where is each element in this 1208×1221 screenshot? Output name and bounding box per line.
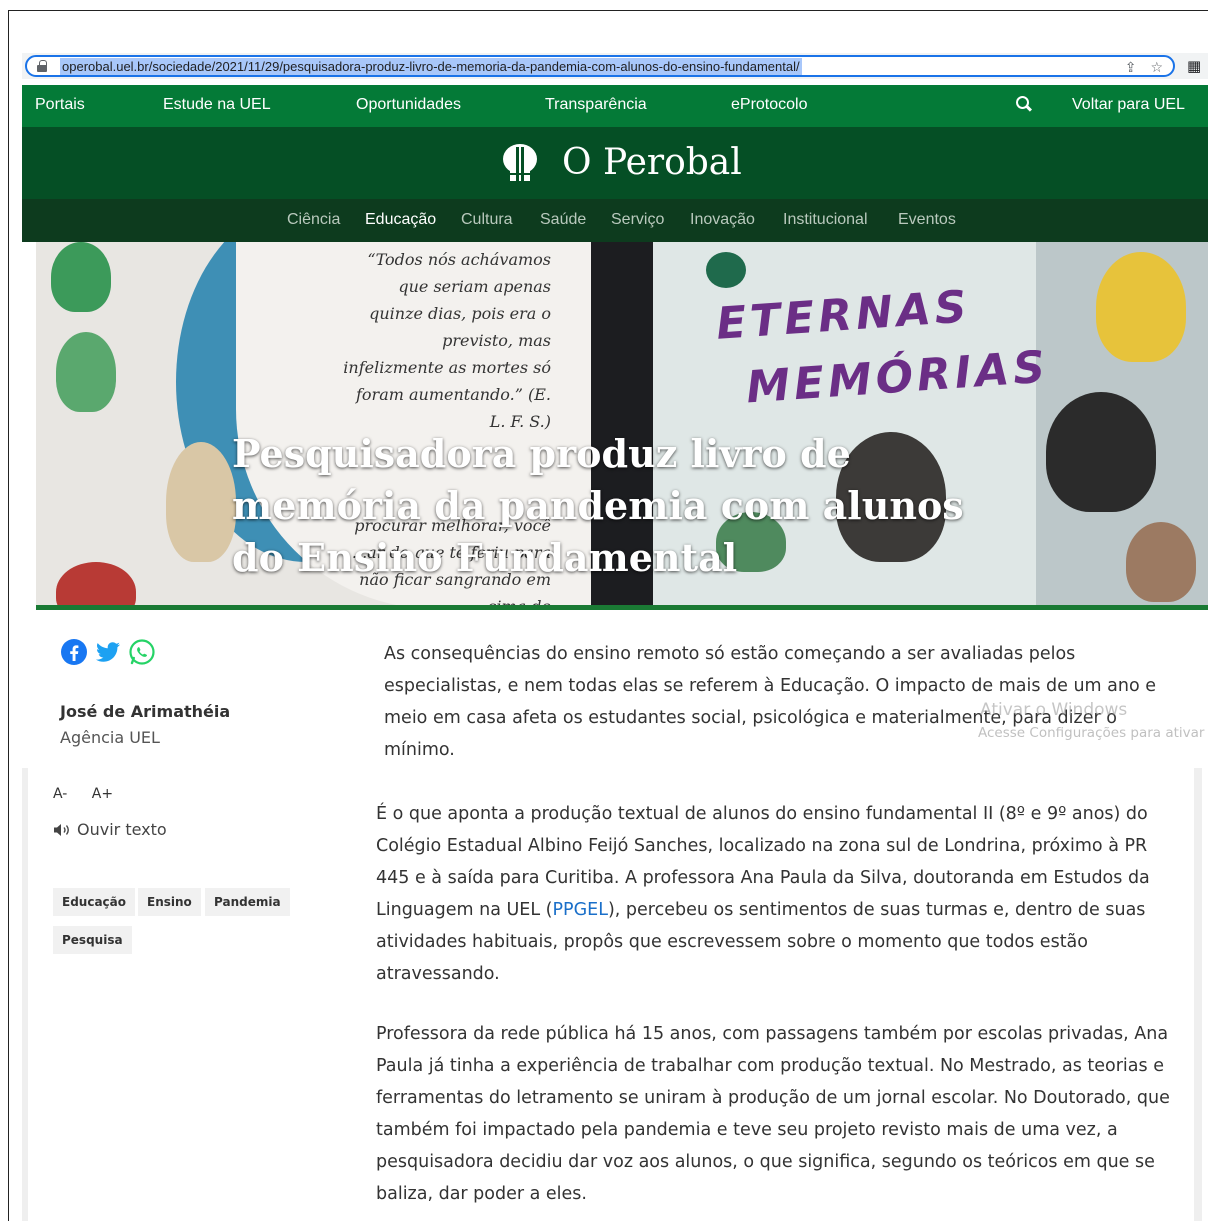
hero-image: “Todos nós achávamos que seriam apenas q… <box>36 242 1208 609</box>
back-to-uel-link[interactable]: Voltar para UEL <box>1072 96 1185 114</box>
url-text[interactable]: operobal.uel.br/sociedade/2021/11/29/pes… <box>60 58 802 75</box>
bookmark-star-icon[interactable]: ☆ <box>1150 60 1163 76</box>
listen-button[interactable]: Ouvir texto <box>53 820 167 839</box>
site-header: O Perobal <box>22 127 1208 199</box>
perobal-logo-icon[interactable] <box>500 143 540 183</box>
author-name[interactable]: José de Arimathéia <box>60 702 230 721</box>
cover-quote-top: “Todos nós achávamos que seriam apenas q… <box>343 250 551 431</box>
address-bar-area: operobal.uel.br/sociedade/2021/11/29/pes… <box>22 53 1208 79</box>
category-educacao[interactable]: Educação <box>365 211 436 229</box>
activation-watermark-subtitle: Acesse Configurações para ativar <box>978 725 1205 741</box>
share-icon[interactable]: ⇪ <box>1125 60 1137 76</box>
category-cultura[interactable]: Cultura <box>461 211 513 229</box>
category-servico[interactable]: Serviço <box>611 211 664 229</box>
top-navigation: Portais Estude na UEL Oportunidades Tran… <box>22 85 1208 127</box>
whatsapp-icon[interactable] <box>128 638 156 666</box>
lock-icon[interactable] <box>37 60 47 73</box>
nav-item-oportunidades[interactable]: Oportunidades <box>356 96 461 114</box>
tag-pesquisa[interactable]: Pesquisa <box>53 926 132 954</box>
tag-educacao[interactable]: Educação <box>53 888 135 916</box>
category-saude[interactable]: Saúde <box>540 211 586 229</box>
article-headline: Pesquisadora produz livro de memória da … <box>232 431 964 580</box>
font-decrease-button[interactable]: A- <box>53 786 67 802</box>
category-inovacao[interactable]: Inovação <box>690 211 755 229</box>
author-agency: Agência UEL <box>60 728 160 747</box>
ppgel-link[interactable]: PPGEL <box>553 900 608 920</box>
font-size-controls: A- A+ <box>53 786 133 802</box>
address-bar-actions: ⇪ ☆ <box>1125 57 1163 79</box>
illustration-figure <box>56 332 116 412</box>
nav-item-eprotocolo[interactable]: eProtocolo <box>731 96 808 114</box>
site-name[interactable]: O Perobal <box>562 142 742 183</box>
address-bar[interactable]: operobal.uel.br/sociedade/2021/11/29/pes… <box>25 55 1175 77</box>
extensions-grid-icon[interactable]: ▦ <box>1187 57 1201 75</box>
illustration-figure <box>1126 522 1196 602</box>
hero-divider <box>36 605 1208 610</box>
listen-label: Ouvir texto <box>77 820 167 839</box>
share-buttons <box>60 638 156 666</box>
virus-illustration <box>706 252 746 288</box>
category-navigation: Ciência Educação Cultura Saúde Serviço I… <box>22 199 1208 242</box>
article-paragraph-3: Professora da rede pública há 15 anos, c… <box>376 1024 1170 1204</box>
nav-item-transparencia[interactable]: Transparência <box>545 96 647 114</box>
illustration-figure <box>1096 252 1186 362</box>
nav-item-portais[interactable]: Portais <box>35 96 85 114</box>
category-ciencia[interactable]: Ciência <box>287 211 340 229</box>
search-icon[interactable] <box>1016 96 1032 112</box>
category-eventos[interactable]: Eventos <box>898 211 956 229</box>
tag-pandemia[interactable]: Pandemia <box>205 888 290 916</box>
tag-ensino[interactable]: Ensino <box>138 888 201 916</box>
twitter-icon[interactable] <box>94 638 122 666</box>
speaker-icon <box>54 823 69 836</box>
facebook-icon[interactable] <box>60 638 88 666</box>
font-increase-button[interactable]: A+ <box>92 786 113 802</box>
illustration-figure <box>166 442 236 562</box>
illustration-figure <box>1046 392 1156 512</box>
nav-item-estude-na-uel[interactable]: Estude na UEL <box>163 96 271 114</box>
category-institucional[interactable]: Institucional <box>783 211 868 229</box>
activation-watermark-title: Ativar o Windows <box>980 700 1128 720</box>
article-paragraph-2: É o que aponta a produção textual de alu… <box>376 798 1176 990</box>
illustration-figure <box>51 242 111 312</box>
